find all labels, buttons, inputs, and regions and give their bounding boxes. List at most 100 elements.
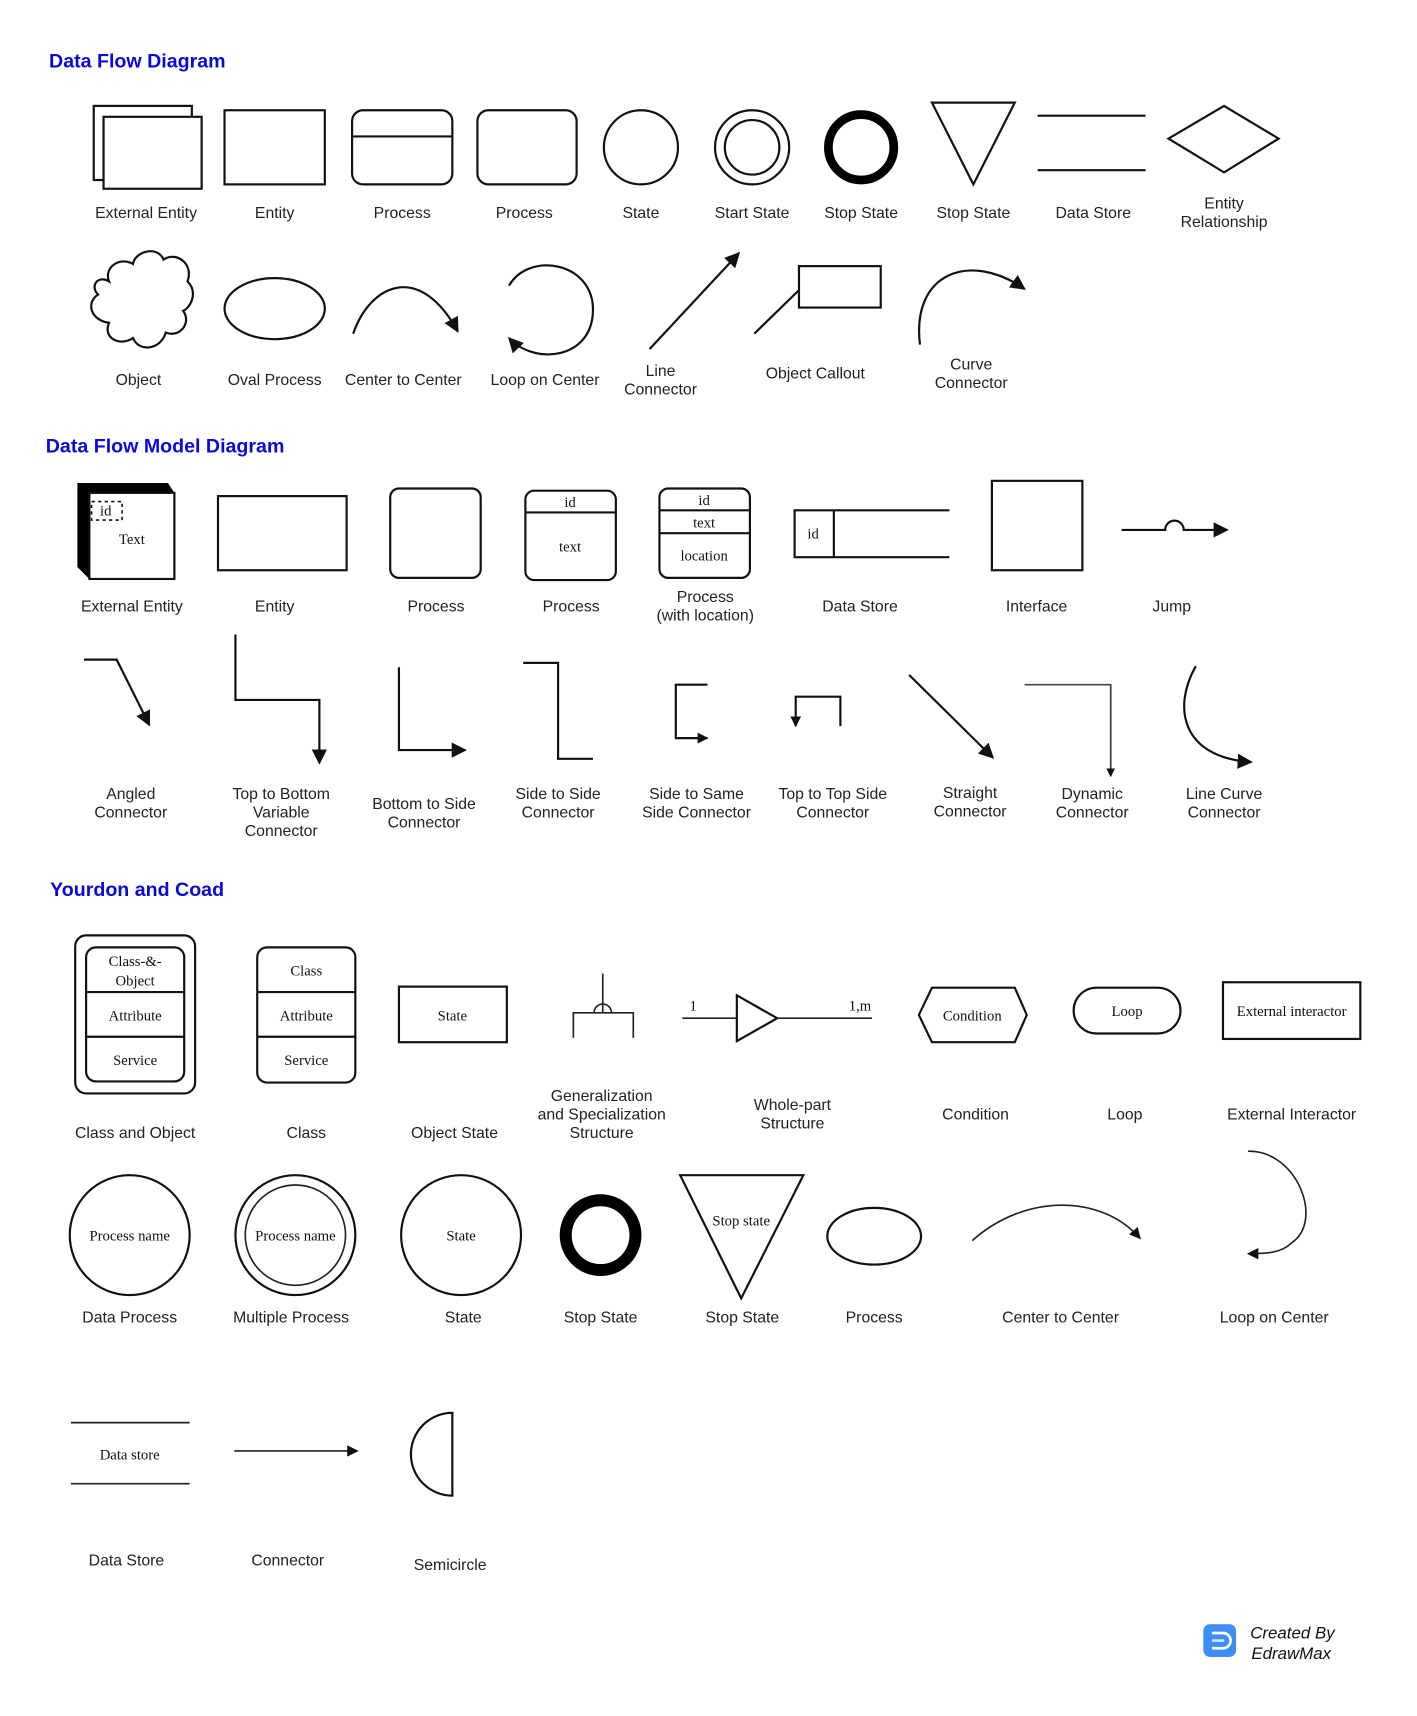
shape-process-rounded[interactable]: Process	[476, 109, 578, 222]
whole-part-left-multiplicity: 1	[690, 999, 697, 1015]
shape-label: Multiple Process	[233, 1309, 349, 1326]
shape-state-circle[interactable]: State State	[400, 1174, 523, 1326]
shape-object-cloud[interactable]: Object	[90, 250, 194, 389]
shape-label: Process	[407, 599, 464, 616]
connector-angled[interactable]: Angled Connector	[83, 658, 167, 822]
shape-loop[interactable]: Loop Loop	[1072, 986, 1182, 1124]
connector-curve[interactable]: Curve Connector	[918, 269, 1026, 392]
shape-stop-state-ring[interactable]: Stop State	[824, 110, 898, 223]
connector-bottom-to-side[interactable]: Bottom to Side Connector	[372, 667, 476, 831]
shape-multiple-process[interactable]: Process name Multiple Process	[233, 1174, 357, 1326]
shape-entity-relationship[interactable]: Entity Relationship	[1166, 104, 1281, 231]
multiple-process-text: Process name	[255, 1229, 336, 1245]
connector-center-to-center[interactable]: Center to Center	[971, 1204, 1141, 1326]
shape-library-canvas: Data Flow Diagram External Entity Entity…	[46, 51, 1362, 1663]
shape-condition[interactable]: Condition Condition	[917, 986, 1028, 1124]
connector-side-to-same-side[interactable]: Side to Same Side Connector	[642, 683, 751, 822]
shape-whole-part-structure[interactable]: 1 1,m Whole-part Structure	[682, 993, 873, 1132]
shape-label: State	[622, 205, 659, 222]
shape-label: Object State	[411, 1125, 498, 1142]
shape-external-entity[interactable]: External Entity	[92, 104, 203, 222]
connector-center-to-center[interactable]: Center to Center	[345, 286, 462, 389]
shape-data-process[interactable]: Process name Data Process	[68, 1174, 191, 1326]
shape-label: Curve	[950, 357, 992, 374]
connector-dynamic[interactable]: Dynamic Connector	[1024, 683, 1129, 822]
shape-external-interactor[interactable]: External interactor External Interactor	[1221, 981, 1362, 1124]
shape-object-state[interactable]: State Object State	[397, 985, 508, 1143]
external-interactor-text: External interactor	[1237, 1004, 1347, 1020]
shape-label: State	[445, 1309, 482, 1326]
connector-loop-on-center[interactable]: Loop on Center	[1220, 1150, 1329, 1326]
shape-label: Angled	[106, 786, 155, 803]
shape-label: Data Process	[82, 1309, 177, 1326]
connector-top-to-bottom-variable[interactable]: Top to Bottom Variable Connector	[232, 634, 330, 841]
shape-process-id-text[interactable]: id text Process	[524, 489, 617, 616]
shape-external-entity-3d[interactable]: id Text External Entity	[77, 483, 183, 616]
shape-interface[interactable]: Interface	[990, 479, 1084, 616]
shape-label: Jump	[1152, 599, 1191, 616]
shape-label: Generalization	[551, 1088, 653, 1105]
class-object-title: Object	[116, 974, 155, 990]
shape-entity[interactable]: Entity	[223, 109, 326, 222]
shape-label: Class and Object	[75, 1125, 196, 1142]
shape-generalization-specialization[interactable]: Generalization and Specialization Struct…	[538, 973, 666, 1143]
shape-label: External Entity	[95, 205, 197, 222]
shape-entity[interactable]: Entity	[216, 495, 348, 616]
data-process-text: Process name	[89, 1229, 170, 1245]
shape-label: Connector	[245, 823, 318, 840]
shape-data-store-lines[interactable]: Data store Data Store	[70, 1421, 190, 1570]
condition-text: Condition	[943, 1008, 1002, 1024]
shape-label: Process	[374, 205, 431, 222]
shape-data-store[interactable]: Data Store	[1037, 114, 1146, 222]
shape-label: Oval Process	[228, 372, 322, 389]
shape-label: Straight	[943, 785, 998, 802]
shape-label: Condition	[942, 1107, 1009, 1124]
shape-label: Data Store	[1056, 205, 1132, 222]
shape-start-state[interactable]: Start State	[713, 109, 791, 222]
shape-process-divided[interactable]: Process	[350, 109, 454, 222]
shape-label: Loop	[1107, 1107, 1142, 1124]
shape-stop-state-ring[interactable]: Stop State	[559, 1194, 642, 1326]
shape-class[interactable]: Class Attribute Service Class	[256, 946, 357, 1142]
shape-label: Interface	[1006, 599, 1068, 616]
loop-text: Loop	[1112, 1004, 1143, 1020]
shape-process[interactable]: Process	[389, 487, 482, 616]
process-loc-text: text	[693, 516, 715, 532]
process-location-text: location	[680, 548, 728, 564]
connector-line-curve[interactable]: Line Curve Connector	[1183, 665, 1263, 822]
shape-label: Line	[646, 363, 676, 380]
connector-straight[interactable]: Straight Connector	[908, 674, 1007, 821]
stop-state-text: Stop state	[712, 1213, 770, 1229]
connector-jump[interactable]: Jump	[1121, 519, 1229, 616]
shape-label: Structure	[570, 1125, 634, 1142]
data-store-text: Data store	[100, 1448, 160, 1464]
shape-label: Line Curve	[1186, 786, 1263, 803]
shape-label: Connector	[522, 805, 595, 822]
shape-label: (with location)	[657, 607, 754, 624]
shape-label: Whole-part	[754, 1097, 832, 1114]
shape-label: Process	[677, 589, 734, 606]
edrawmax-credit[interactable]: Created By EdrawMax	[1203, 1623, 1336, 1663]
shape-label: Connector	[94, 805, 167, 822]
section-title-data-flow-diagram: Data Flow Diagram	[49, 51, 226, 73]
connector-top-to-top-side[interactable]: Top to Top Side Connector	[778, 695, 887, 822]
shape-data-store-id[interactable]: id Data Store	[793, 509, 950, 616]
shape-label: External Interactor	[1227, 1107, 1356, 1124]
shape-stop-state-triangle[interactable]: Stop state Stop State	[678, 1174, 806, 1326]
shape-label: Dynamic	[1061, 786, 1123, 803]
shape-stop-state-triangle[interactable]: Stop State	[930, 101, 1017, 223]
shape-semicircle[interactable]: Semicircle	[409, 1411, 487, 1574]
shape-label: Connector	[251, 1552, 324, 1569]
connector-line[interactable]: Line Connector	[624, 251, 741, 399]
shape-object-callout[interactable]: Object Callout	[753, 265, 882, 382]
shape-process-oval[interactable]: Process	[826, 1206, 923, 1326]
shape-state[interactable]: State	[602, 109, 680, 222]
shape-process-with-location[interactable]: id text location Process (with location)	[657, 487, 754, 624]
shape-class-and-object[interactable]: Class-&- Object Attribute Service Class …	[74, 934, 197, 1142]
connector-arrow[interactable]: Connector	[234, 1445, 359, 1569]
connector-loop-on-center[interactable]: Loop on Center	[491, 264, 600, 389]
shape-label: Stop State	[705, 1309, 779, 1326]
shape-label: Entity	[1204, 195, 1244, 212]
shape-oval-process[interactable]: Oval Process	[223, 277, 326, 389]
connector-side-to-side[interactable]: Side to Side Connector	[515, 661, 601, 822]
